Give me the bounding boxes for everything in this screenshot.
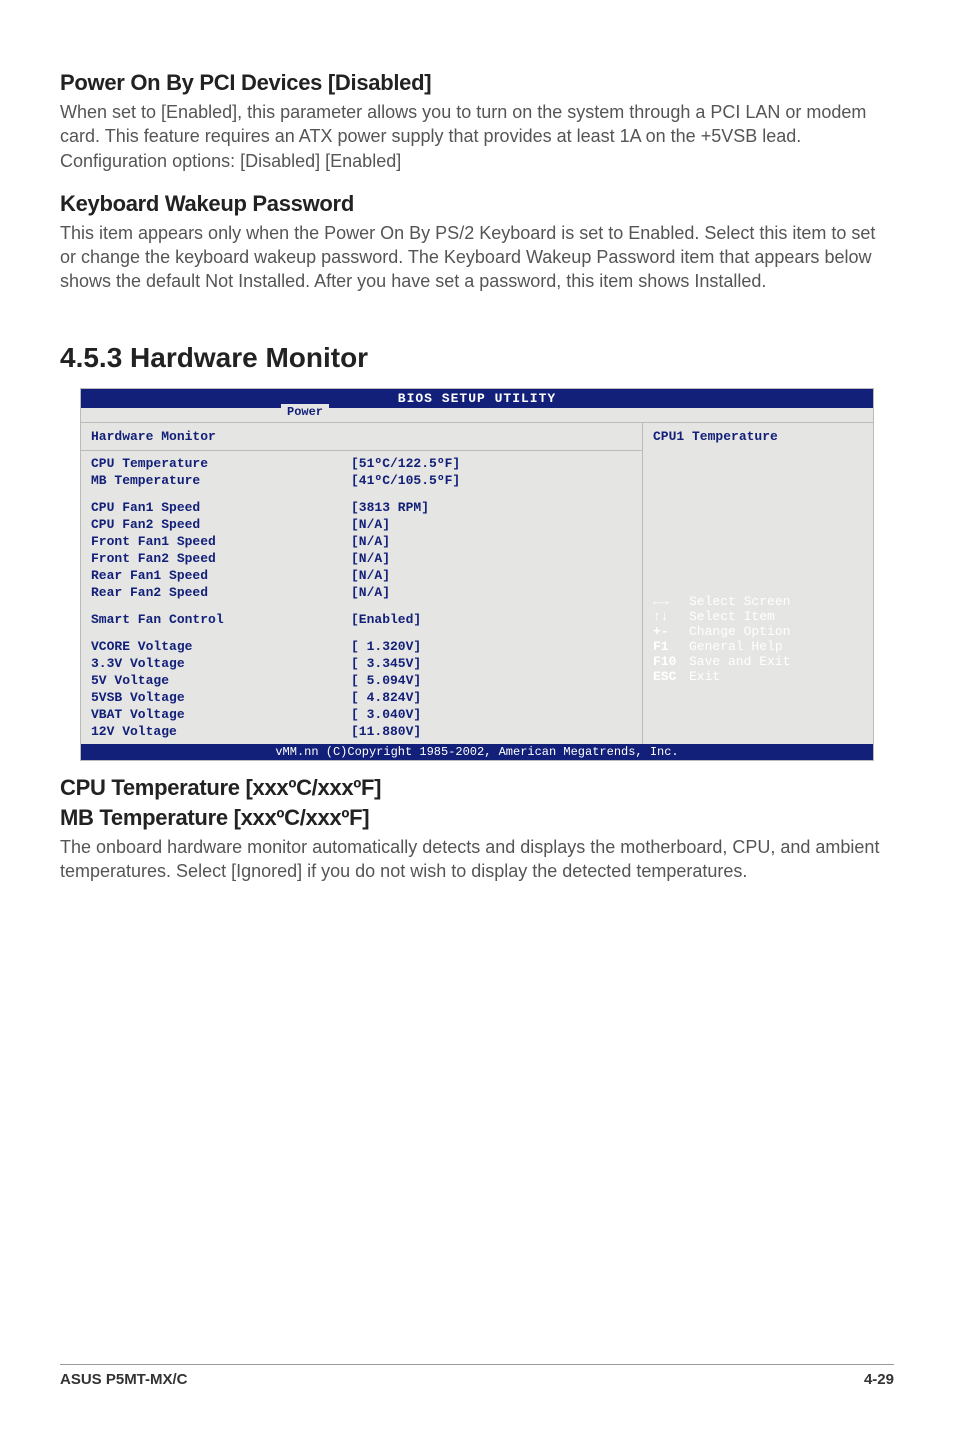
cputemp-heading2: MB Temperature [xxxºC/xxxºF]: [60, 805, 894, 831]
bios-label: Rear Fan1 Speed: [91, 568, 351, 583]
kbwakeup-heading: Keyboard Wakeup Password: [60, 191, 894, 217]
bios-help-key: F10: [653, 654, 689, 669]
bios-help-key: F1: [653, 639, 689, 654]
bios-right-title: CPU1 Temperature: [653, 429, 863, 444]
bios-label: Rear Fan2 Speed: [91, 585, 351, 600]
bios-value: [N/A]: [351, 534, 390, 549]
bios-label: CPU Fan2 Speed: [91, 517, 351, 532]
bios-label: 5V Voltage: [91, 673, 351, 688]
bios-row: Rear Fan2 Speed[N/A]: [81, 584, 642, 601]
bios-help-desc: Exit: [689, 669, 720, 684]
bios-row: MB Temperature [41ºC/105.5ºF]: [81, 472, 642, 489]
bios-value: [ 3.040V]: [351, 707, 421, 722]
bios-screenshot: BIOS SETUP UTILITY Power Hardware Monito…: [80, 388, 874, 761]
bios-panel-title: Hardware Monitor: [81, 423, 642, 451]
bios-value: [N/A]: [351, 551, 390, 566]
bios-row: Front Fan1 Speed[N/A]: [81, 533, 642, 550]
bios-row: 5VSB Voltage[ 4.824V]: [81, 689, 642, 706]
page-footer: ASUS P5MT-MX/C 4-29: [60, 1364, 894, 1388]
hwmon-section-heading: 4.5.3 Hardware Monitor: [60, 342, 894, 374]
bios-value: [Enabled]: [351, 612, 421, 627]
bios-help-row: ↑↓Select Item: [653, 609, 863, 624]
bios-help-key: ←→: [653, 594, 689, 609]
bios-label: 5VSB Voltage: [91, 690, 351, 705]
bios-value: [41ºC/105.5ºF]: [351, 473, 460, 488]
bios-label: MB Temperature: [91, 473, 351, 488]
bios-value: [ 4.824V]: [351, 690, 421, 705]
bios-value: [ 5.094V]: [351, 673, 421, 688]
bios-help-desc: General Help: [689, 639, 783, 654]
bios-row: Front Fan2 Speed[N/A]: [81, 550, 642, 567]
cputemp-body: The onboard hardware monitor automatical…: [60, 835, 894, 884]
bios-label: CPU Temperature: [91, 456, 351, 471]
bios-row: VCORE Voltage[ 1.320V]: [81, 638, 642, 655]
bios-row: VBAT Voltage[ 3.040V]: [81, 706, 642, 723]
bios-label: Front Fan1 Speed: [91, 534, 351, 549]
bios-label: 12V Voltage: [91, 724, 351, 739]
bios-row: Rear Fan1 Speed[N/A]: [81, 567, 642, 584]
bios-value: [ 3.345V]: [351, 656, 421, 671]
bios-label: Front Fan2 Speed: [91, 551, 351, 566]
bios-help-panel: ←→Select Screen ↑↓Select Item +-Change O…: [653, 594, 863, 684]
bios-row: 12V Voltage[11.880V]: [81, 723, 642, 740]
bios-help-row: ESCExit: [653, 669, 863, 684]
bios-help-desc: Save and Exit: [689, 654, 790, 669]
bios-value: [11.880V]: [351, 724, 421, 739]
bios-help-key: +-: [653, 624, 689, 639]
bios-label: CPU Fan1 Speed: [91, 500, 351, 515]
bios-tab-power: Power: [281, 404, 329, 419]
bios-value: [3813 RPM]: [351, 500, 429, 515]
bios-row: 5V Voltage[ 5.094V]: [81, 672, 642, 689]
bios-value: [51ºC/122.5ºF]: [351, 456, 460, 471]
bios-help-row: F10Save and Exit: [653, 654, 863, 669]
poweron-body: When set to [Enabled], this parameter al…: [60, 100, 894, 173]
kbwakeup-body: This item appears only when the Power On…: [60, 221, 894, 294]
bios-help-row: F1General Help: [653, 639, 863, 654]
bios-help-row: +-Change Option: [653, 624, 863, 639]
footer-left: ASUS P5MT-MX/C: [60, 1371, 188, 1388]
bios-value: [ 1.320V]: [351, 639, 421, 654]
bios-footer: vMM.nn (C)Copyright 1985-2002, American …: [81, 744, 873, 760]
bios-row: CPU Fan1 Speed[3813 RPM]: [81, 499, 642, 516]
footer-right: 4-29: [864, 1371, 894, 1388]
bios-help-desc: Select Item: [689, 609, 775, 624]
bios-label: Smart Fan Control: [91, 612, 351, 627]
bios-label: 3.3V Voltage: [91, 656, 351, 671]
bios-value: [N/A]: [351, 517, 390, 532]
bios-title-text: BIOS SETUP UTILITY: [81, 391, 873, 406]
bios-value: [N/A]: [351, 585, 390, 600]
bios-help-desc: Select Screen: [689, 594, 790, 609]
bios-row: 3.3V Voltage[ 3.345V]: [81, 655, 642, 672]
cputemp-heading1: CPU Temperature [xxxºC/xxxºF]: [60, 775, 894, 801]
bios-row: Smart Fan Control [Enabled]: [81, 611, 642, 628]
bios-help-row: ←→Select Screen: [653, 594, 863, 609]
bios-label: VBAT Voltage: [91, 707, 351, 722]
bios-help-key: ESC: [653, 669, 689, 684]
bios-row: CPU Temperature [51ºC/122.5ºF]: [81, 455, 642, 472]
bios-row: CPU Fan2 Speed[N/A]: [81, 516, 642, 533]
bios-titlebar: BIOS SETUP UTILITY Power: [81, 389, 873, 408]
bios-label: VCORE Voltage: [91, 639, 351, 654]
bios-value: [N/A]: [351, 568, 390, 583]
bios-help-desc: Change Option: [689, 624, 790, 639]
poweron-heading: Power On By PCI Devices [Disabled]: [60, 70, 894, 96]
bios-help-key: ↑↓: [653, 609, 689, 624]
